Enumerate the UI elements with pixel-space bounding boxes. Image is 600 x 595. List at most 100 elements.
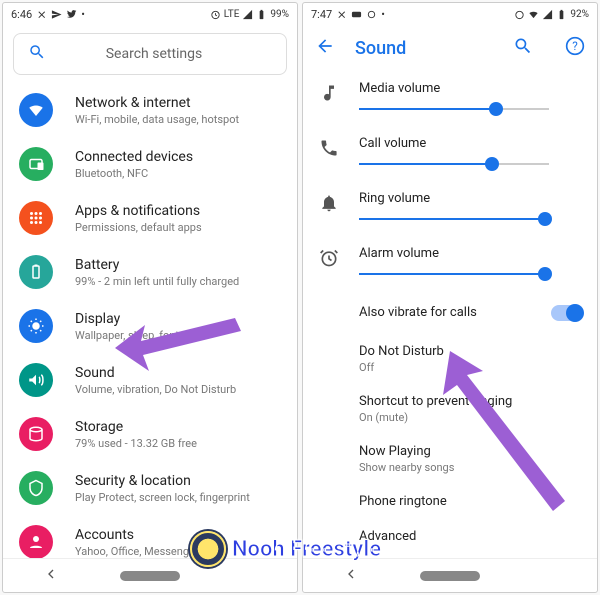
- status-bar: 6:46 • LTE 99%: [3, 3, 297, 25]
- wifi-status-icon: [528, 9, 539, 20]
- alarm-icon: [319, 248, 339, 272]
- volume-slider[interactable]: [359, 102, 549, 116]
- row-subtitle: Wi-Fi, mobile, data usage, hotspot: [75, 113, 283, 126]
- status-time: 7:47: [311, 8, 332, 21]
- slider-music[interactable]: Media volume: [303, 71, 597, 126]
- settings-list: Network & internet Wi-Fi, mobile, data us…: [3, 83, 297, 558]
- battery-icon: [19, 255, 53, 289]
- search-icon[interactable]: [513, 36, 533, 60]
- battery-pct: 99%: [270, 9, 289, 20]
- app-bar: Sound ?: [303, 25, 597, 71]
- network-label: LTE: [224, 9, 240, 20]
- sound-item[interactable]: Advanced: [303, 519, 597, 554]
- more-dot: •: [81, 8, 85, 21]
- sound-item[interactable]: Shortcut to prevent ringing On (mute): [303, 384, 597, 434]
- settings-row-devices[interactable]: Connected devices Bluetooth, NFC: [3, 137, 297, 191]
- row-subtitle: Volume, vibration, Do Not Disturb: [75, 383, 283, 396]
- nav-bar: [303, 558, 597, 592]
- volume-slider[interactable]: [359, 157, 549, 171]
- alarm-status-icon: [514, 9, 525, 20]
- row-title: Accounts: [75, 527, 283, 543]
- signal-icon: [242, 9, 253, 20]
- back-arrow-icon[interactable]: [315, 36, 335, 60]
- vibrate-label: Also vibrate for calls: [359, 305, 581, 320]
- settings-row-accounts[interactable]: Accounts Yahoo, Office, Messenger: [3, 515, 297, 558]
- row-subtitle: 79% used - 13.32 GB free: [75, 437, 283, 450]
- help-icon[interactable]: ?: [565, 36, 585, 60]
- row-title: Connected devices: [75, 149, 283, 165]
- back-icon[interactable]: [343, 566, 359, 586]
- display-icon: [19, 309, 53, 343]
- wifi-icon: [19, 93, 53, 127]
- item-title: Shortcut to prevent ringing: [359, 394, 581, 409]
- row-title: Sound: [75, 365, 283, 381]
- settings-row-apps[interactable]: Apps & notifications Permissions, default…: [3, 191, 297, 245]
- vibrate-switch[interactable]: [551, 305, 583, 321]
- row-title: Battery: [75, 257, 283, 273]
- slider-bell[interactable]: Ring volume: [303, 181, 597, 236]
- camera-icon: [366, 9, 377, 20]
- home-pill[interactable]: [120, 571, 180, 581]
- battery-pct: 92%: [570, 9, 589, 20]
- slider-alarm[interactable]: Alarm volume: [303, 236, 597, 291]
- sound-item[interactable]: Now Playing Show nearby songs: [303, 434, 597, 484]
- sound-icon: [19, 363, 53, 397]
- row-subtitle: 99% - 2 min left until fully charged: [75, 275, 283, 288]
- close-icon: [336, 9, 347, 20]
- sound-item[interactable]: Phone ringtone: [303, 484, 597, 519]
- security-icon: [19, 471, 53, 505]
- storage-icon: [19, 417, 53, 451]
- item-sub: Show nearby songs: [359, 461, 581, 474]
- slider-label: Media volume: [359, 81, 581, 96]
- row-title: Storage: [75, 419, 283, 435]
- music-icon: [319, 83, 339, 107]
- battery-icon: [556, 9, 567, 20]
- item-title: Do Not Disturb: [359, 344, 581, 359]
- phone-icon: [319, 138, 339, 162]
- settings-screen: 6:46 • LTE 99% Search settings Network &…: [2, 2, 298, 593]
- status-bar: 7:47 • 92%: [303, 3, 597, 25]
- item-title: Advanced: [359, 529, 581, 544]
- more-dot: •: [381, 8, 385, 21]
- devices-icon: [19, 147, 53, 181]
- row-subtitle: Play Protect, screen lock, fingerprint: [75, 491, 283, 504]
- settings-row-storage[interactable]: Storage 79% used - 13.32 GB free: [3, 407, 297, 461]
- item-title: Phone ringtone: [359, 494, 581, 509]
- row-subtitle: Wallpaper, sleep, font size: [75, 329, 283, 342]
- battery-icon: [256, 9, 267, 20]
- item-title: Now Playing: [359, 444, 581, 459]
- alarm-status-icon: [210, 9, 221, 20]
- search-settings[interactable]: Search settings: [13, 33, 287, 75]
- volume-slider[interactable]: [359, 267, 549, 281]
- settings-row-sound[interactable]: Sound Volume, vibration, Do Not Disturb: [3, 353, 297, 407]
- twitter-icon: [66, 9, 77, 20]
- row-subtitle: Yahoo, Office, Messenger: [75, 545, 283, 558]
- back-icon[interactable]: [43, 566, 59, 586]
- settings-row-display[interactable]: DisplayWallpaper, sleep, font size: [3, 299, 297, 353]
- youtube-icon: [351, 9, 362, 20]
- bell-icon: [319, 193, 339, 217]
- settings-row-security[interactable]: Security & location Play Protect, screen …: [3, 461, 297, 515]
- row-subtitle: Bluetooth, NFC: [75, 167, 283, 180]
- row-title: Apps & notifications: [75, 203, 283, 219]
- sound-list: Media volume Call volume Ring volume Ala…: [303, 71, 597, 558]
- slider-label: Alarm volume: [359, 246, 581, 261]
- row-subtitle: Permissions, default apps: [75, 221, 283, 234]
- vibrate-row[interactable]: Also vibrate for calls: [303, 291, 597, 334]
- row-title: Security & location: [75, 473, 283, 489]
- svg-text:?: ?: [572, 39, 578, 53]
- item-sub: On (mute): [359, 411, 581, 424]
- slider-label: Call volume: [359, 136, 581, 151]
- volume-slider[interactable]: [359, 212, 549, 226]
- search-placeholder: Search settings: [36, 46, 272, 62]
- item-sub: Off: [359, 361, 581, 374]
- settings-row-wifi[interactable]: Network & internet Wi-Fi, mobile, data us…: [3, 83, 297, 137]
- status-time: 6:46: [11, 8, 32, 21]
- sound-screen: 7:47 • 92% Sound ? Media volume Call vol…: [302, 2, 598, 593]
- slider-label: Ring volume: [359, 191, 581, 206]
- sound-item[interactable]: Do Not Disturb Off: [303, 334, 597, 384]
- slider-phone[interactable]: Call volume: [303, 126, 597, 181]
- settings-row-battery[interactable]: Battery 99% - 2 min left until fully char…: [3, 245, 297, 299]
- row-title: Network & internet: [75, 95, 283, 111]
- home-pill[interactable]: [420, 571, 480, 581]
